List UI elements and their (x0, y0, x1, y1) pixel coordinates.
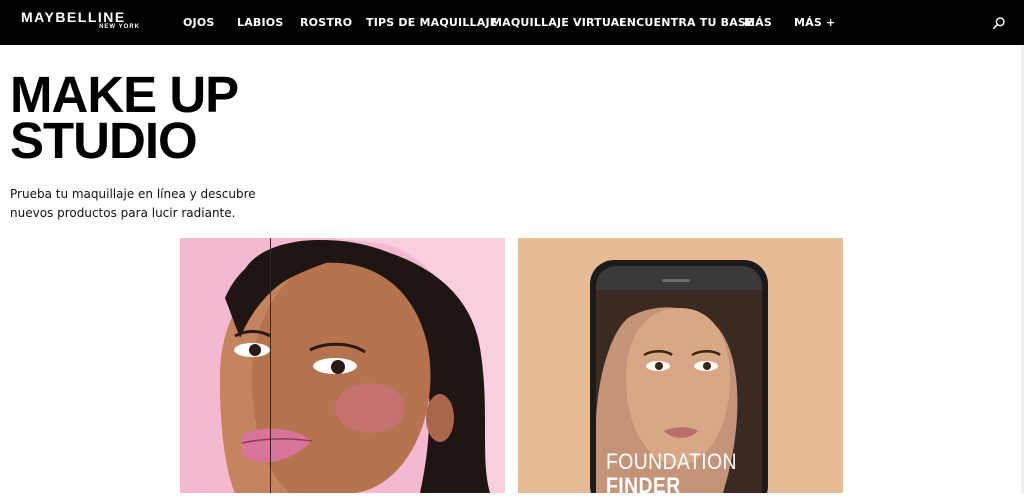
intro-text: Prueba tu maquillaje en línea y descubre… (10, 187, 256, 220)
page-title: MAKE UP STUDIO (10, 69, 239, 166)
before-after-divider[interactable] (270, 238, 271, 493)
nav-item-mas-plus[interactable]: MÁS + (794, 16, 835, 30)
nav-item-tips-de-maquillaje[interactable]: TIPS DE MAQUILLAJE (366, 16, 497, 30)
foundation-finder-caption-line-2: FINDER (606, 473, 681, 498)
nav-item-ojos[interactable]: OJOS (183, 16, 215, 30)
logo-city-text: NEW YORK (99, 24, 140, 30)
nav-item-maquillaje-virtual[interactable]: MAQUILLAJE VIRTUAL (491, 16, 627, 30)
virtual-try-on-portrait-image (180, 238, 505, 493)
nav-item-encuentra-tu-base[interactable]: ENCUENTRA TU BASE (619, 16, 754, 30)
maybelline-logo[interactable]: MAYBELLINE NEW YORK (21, 9, 141, 35)
top-navigation-bar: MAYBELLINE NEW YORK OJOS LABIOS ROSTRO T… (0, 0, 1024, 45)
page-title-line-2: STUDIO (10, 112, 198, 169)
nav-item-rostro[interactable]: ROSTRO (300, 16, 352, 30)
search-icon[interactable] (992, 16, 1006, 30)
virtual-try-on-card[interactable] (180, 238, 505, 493)
foundation-finder-caption-line-1: FOUNDATION (606, 449, 737, 474)
nav-item-mas[interactable]: MÁS (744, 16, 772, 30)
nav-item-labios[interactable]: LABIOS (237, 16, 283, 30)
